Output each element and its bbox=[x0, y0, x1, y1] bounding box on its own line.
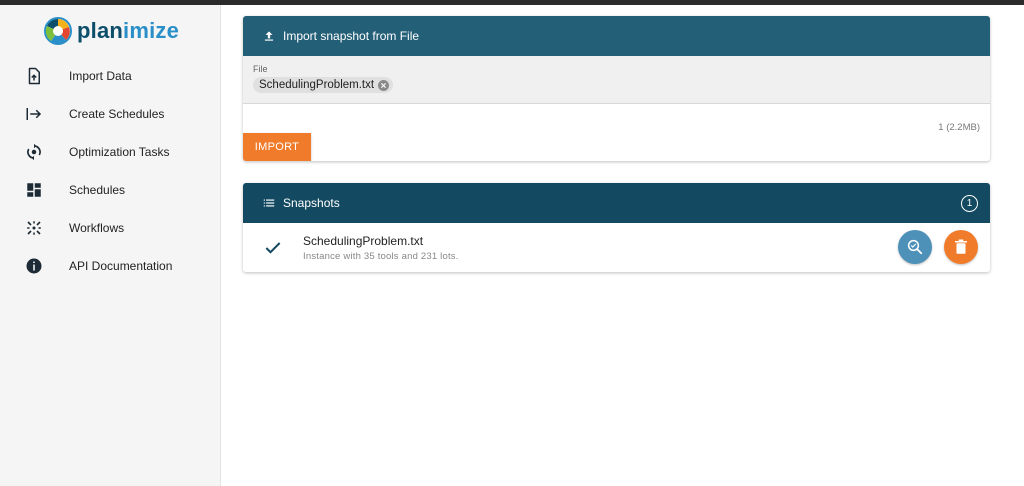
sidebar-item-label: Optimization Tasks bbox=[69, 145, 170, 159]
sidebar-item-create-schedules[interactable]: Create Schedules bbox=[0, 95, 220, 133]
planimize-logo-icon bbox=[44, 17, 72, 45]
upload-icon bbox=[261, 28, 277, 44]
sidebar-nav: Import Data Create Schedules Optimizatio… bbox=[0, 57, 220, 285]
remove-file-icon[interactable] bbox=[378, 79, 390, 91]
search-icon bbox=[907, 239, 923, 255]
file-count: 1 (2.2MB) bbox=[938, 122, 980, 133]
sidebar-item-api-documentation[interactable]: API Documentation bbox=[0, 247, 220, 285]
snapshot-description: Instance with 35 tools and 231 lots. bbox=[303, 251, 459, 262]
sidebar-item-optimization-tasks[interactable]: Optimization Tasks bbox=[0, 133, 220, 171]
snapshots-card-title: Snapshots bbox=[283, 196, 340, 210]
file-chip: SchedulingProblem.txt bbox=[253, 77, 394, 93]
trash-icon bbox=[955, 239, 967, 254]
sidebar-item-schedules[interactable]: Schedules bbox=[0, 171, 220, 209]
arrow-right-bar-icon bbox=[25, 105, 43, 123]
sidebar-item-import-data[interactable]: Import Data bbox=[0, 57, 220, 95]
list-item[interactable]: SchedulingProblem.txt Instance with 35 t… bbox=[243, 223, 990, 272]
snapshot-name: SchedulingProblem.txt bbox=[303, 234, 424, 248]
app-name: planimize bbox=[77, 16, 179, 46]
snapshot-count-badge: 1 bbox=[961, 195, 978, 212]
sidebar-item-label: Workflows bbox=[69, 221, 125, 235]
snapshots-card-header: Snapshots 1 bbox=[243, 183, 990, 223]
sidebar-item-workflows[interactable]: Workflows bbox=[0, 209, 220, 247]
logo-text-imize: imize bbox=[123, 18, 180, 43]
sidebar: planimize Import Data Create Schedules O… bbox=[0, 5, 221, 486]
sidebar-item-label: API Documentation bbox=[69, 259, 173, 273]
inspect-snapshot-button[interactable] bbox=[898, 230, 932, 264]
workflow-icon bbox=[25, 219, 43, 237]
import-card-title: Import snapshot from File bbox=[283, 29, 420, 43]
main-content: Import snapshot from File File Schedulin… bbox=[221, 5, 1024, 486]
dashboard-icon bbox=[25, 181, 43, 199]
info-icon bbox=[25, 257, 43, 275]
app-logo[interactable]: planimize bbox=[43, 15, 179, 47]
import-button[interactable]: IMPORT bbox=[243, 133, 311, 161]
sync-icon bbox=[25, 143, 43, 161]
file-input[interactable]: File SchedulingProblem.txt bbox=[243, 56, 990, 104]
import-card-header: Import snapshot from File bbox=[243, 16, 990, 56]
sidebar-item-label: Import Data bbox=[69, 69, 132, 83]
file-chip-name: SchedulingProblem.txt bbox=[259, 79, 375, 91]
logo-text-plan: plan bbox=[77, 18, 124, 43]
file-field-label: File bbox=[253, 64, 268, 74]
list-icon bbox=[261, 195, 277, 211]
delete-snapshot-button[interactable] bbox=[944, 230, 978, 264]
file-upload-icon bbox=[25, 67, 43, 85]
import-snapshot-card: Import snapshot from File File Schedulin… bbox=[243, 16, 990, 161]
sidebar-item-label: Create Schedules bbox=[69, 107, 165, 121]
sidebar-item-label: Schedules bbox=[69, 183, 126, 197]
check-icon bbox=[265, 242, 281, 254]
snapshots-card: Snapshots 1 SchedulingProblem.txt Instan… bbox=[243, 183, 990, 272]
